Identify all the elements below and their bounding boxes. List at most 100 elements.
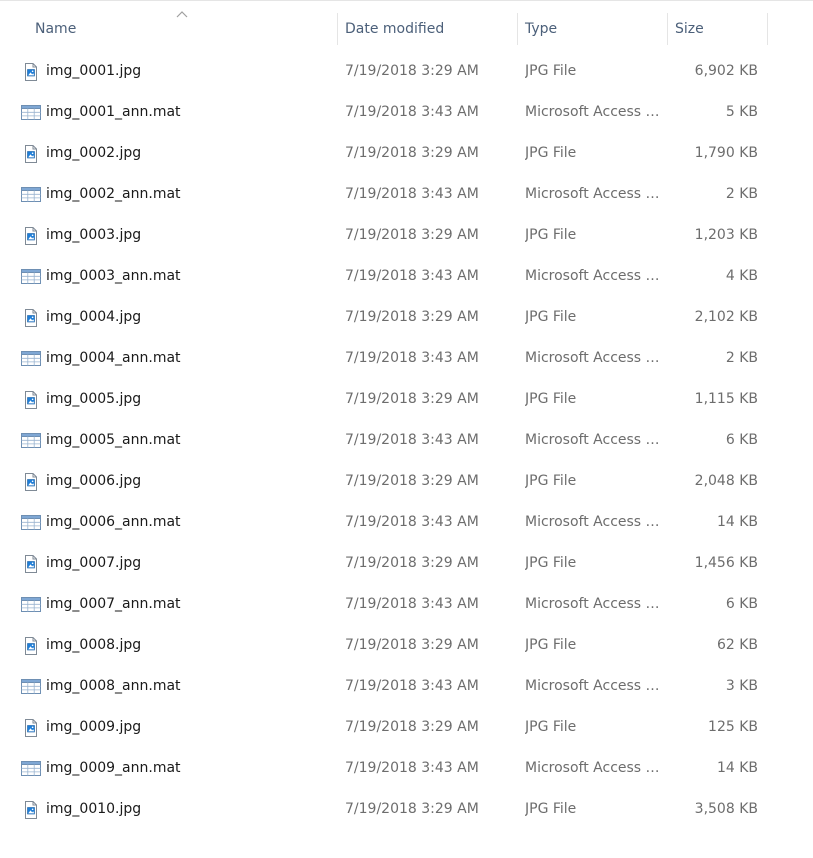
- file-date-modified: 7/19/2018 3:29 AM: [345, 145, 479, 161]
- file-size: 1,790 KB: [694, 145, 758, 161]
- file-date-modified: 7/19/2018 3:29 AM: [345, 801, 479, 817]
- file-type: Microsoft Access T...: [525, 760, 663, 776]
- file-name: img_0007.jpg: [46, 555, 142, 571]
- file-type: Microsoft Access T...: [525, 104, 663, 120]
- file-type: JPG File: [525, 637, 577, 653]
- column-header-name[interactable]: Name: [35, 1, 325, 45]
- file-name: img_0003.jpg: [46, 227, 142, 243]
- file-size: 5 KB: [725, 104, 758, 120]
- file-row[interactable]: img_0006_ann.mat 7/19/2018 3:43 AM Micro…: [0, 502, 813, 543]
- file-row[interactable]: img_0007_ann.mat 7/19/2018 3:43 AM Micro…: [0, 584, 813, 625]
- file-type: Microsoft Access T...: [525, 432, 663, 448]
- file-row[interactable]: img_0005_ann.mat 7/19/2018 3:43 AM Micro…: [0, 420, 813, 461]
- jpg-file-icon: [21, 636, 41, 656]
- file-type: JPG File: [525, 555, 577, 571]
- file-row[interactable]: img_0009.jpg 7/19/2018 3:29 AM JPG File …: [0, 707, 813, 748]
- file-size: 2 KB: [725, 186, 758, 202]
- column-header-type[interactable]: Type: [525, 1, 665, 45]
- jpg-file-icon: [21, 226, 41, 246]
- file-name: img_0010.jpg: [46, 801, 142, 817]
- access-table-icon: [21, 431, 41, 451]
- file-type: JPG File: [525, 145, 577, 161]
- file-size: 6 KB: [725, 432, 758, 448]
- file-date-modified: 7/19/2018 3:29 AM: [345, 63, 479, 79]
- file-row[interactable]: img_0001_ann.mat 7/19/2018 3:43 AM Micro…: [0, 92, 813, 133]
- jpg-file-icon: [21, 554, 41, 574]
- column-header-size[interactable]: Size: [675, 1, 765, 45]
- file-date-modified: 7/19/2018 3:43 AM: [345, 186, 479, 202]
- jpg-file-icon: [21, 62, 41, 82]
- file-size: 1,115 KB: [694, 391, 758, 407]
- file-row[interactable]: img_0010.jpg 7/19/2018 3:29 AM JPG File …: [0, 789, 813, 830]
- access-table-icon: [21, 349, 41, 369]
- file-name: img_0009_ann.mat: [46, 760, 181, 776]
- file-size: 6 KB: [725, 596, 758, 612]
- column-header-size-label: Size: [675, 21, 704, 37]
- access-table-icon: [21, 513, 41, 533]
- file-row[interactable]: img_0002.jpg 7/19/2018 3:29 AM JPG File …: [0, 133, 813, 174]
- file-name: img_0003_ann.mat: [46, 268, 181, 284]
- file-row[interactable]: img_0009_ann.mat 7/19/2018 3:43 AM Micro…: [0, 748, 813, 789]
- file-type: JPG File: [525, 63, 577, 79]
- file-name: img_0005.jpg: [46, 391, 142, 407]
- file-date-modified: 7/19/2018 3:29 AM: [345, 309, 479, 325]
- file-name: img_0004.jpg: [46, 309, 142, 325]
- file-size: 3,508 KB: [694, 801, 758, 817]
- file-row[interactable]: img_0003_ann.mat 7/19/2018 3:43 AM Micro…: [0, 256, 813, 297]
- file-name: img_0008.jpg: [46, 637, 142, 653]
- file-type: Microsoft Access T...: [525, 268, 663, 284]
- file-size: 2,048 KB: [694, 473, 758, 489]
- access-table-icon: [21, 759, 41, 779]
- access-table-icon: [21, 677, 41, 697]
- file-row[interactable]: img_0008_ann.mat 7/19/2018 3:43 AM Micro…: [0, 666, 813, 707]
- file-name: img_0006.jpg: [46, 473, 142, 489]
- file-type: Microsoft Access T...: [525, 514, 663, 530]
- file-date-modified: 7/19/2018 3:29 AM: [345, 227, 479, 243]
- file-size: 62 KB: [716, 637, 758, 653]
- file-row[interactable]: img_0004.jpg 7/19/2018 3:29 AM JPG File …: [0, 297, 813, 338]
- file-date-modified: 7/19/2018 3:43 AM: [345, 760, 479, 776]
- file-row[interactable]: img_0005.jpg 7/19/2018 3:29 AM JPG File …: [0, 379, 813, 420]
- file-row[interactable]: img_0007.jpg 7/19/2018 3:29 AM JPG File …: [0, 543, 813, 584]
- file-date-modified: 7/19/2018 3:43 AM: [345, 104, 479, 120]
- file-row[interactable]: img_0004_ann.mat 7/19/2018 3:43 AM Micro…: [0, 338, 813, 379]
- column-header-date[interactable]: Date modified: [345, 1, 515, 45]
- file-date-modified: 7/19/2018 3:29 AM: [345, 391, 479, 407]
- file-type: JPG File: [525, 391, 577, 407]
- column-divider[interactable]: [517, 13, 518, 45]
- file-name: img_0008_ann.mat: [46, 678, 181, 694]
- column-divider[interactable]: [337, 13, 338, 45]
- file-size: 2,102 KB: [694, 309, 758, 325]
- file-name: img_0006_ann.mat: [46, 514, 181, 530]
- file-row[interactable]: img_0001.jpg 7/19/2018 3:29 AM JPG File …: [0, 51, 813, 92]
- file-date-modified: 7/19/2018 3:29 AM: [345, 473, 479, 489]
- jpg-file-icon: [21, 390, 41, 410]
- file-size: 2 KB: [725, 350, 758, 366]
- jpg-file-icon: [21, 472, 41, 492]
- file-type: Microsoft Access T...: [525, 186, 663, 202]
- file-size: 1,203 KB: [694, 227, 758, 243]
- access-table-icon: [21, 185, 41, 205]
- file-size: 1,456 KB: [694, 555, 758, 571]
- access-table-icon: [21, 103, 41, 123]
- column-divider[interactable]: [667, 13, 668, 45]
- file-row[interactable]: img_0002_ann.mat 7/19/2018 3:43 AM Micro…: [0, 174, 813, 215]
- file-row[interactable]: img_0006.jpg 7/19/2018 3:29 AM JPG File …: [0, 461, 813, 502]
- jpg-file-icon: [21, 144, 41, 164]
- jpg-file-icon: [21, 718, 41, 738]
- file-name: img_0004_ann.mat: [46, 350, 181, 366]
- file-type: Microsoft Access T...: [525, 678, 663, 694]
- access-table-icon: [21, 267, 41, 287]
- file-row[interactable]: img_0003.jpg 7/19/2018 3:29 AM JPG File …: [0, 215, 813, 256]
- chevron-up-icon: [176, 11, 188, 18]
- jpg-file-icon: [21, 800, 41, 820]
- file-type: Microsoft Access T...: [525, 350, 663, 366]
- column-header-name-label: Name: [35, 21, 77, 37]
- file-size: 125 KB: [708, 719, 758, 735]
- file-name: img_0002.jpg: [46, 145, 142, 161]
- file-date-modified: 7/19/2018 3:43 AM: [345, 678, 479, 694]
- file-row[interactable]: img_0008.jpg 7/19/2018 3:29 AM JPG File …: [0, 625, 813, 666]
- access-table-icon: [21, 595, 41, 615]
- file-date-modified: 7/19/2018 3:43 AM: [345, 268, 479, 284]
- column-divider[interactable]: [767, 13, 768, 45]
